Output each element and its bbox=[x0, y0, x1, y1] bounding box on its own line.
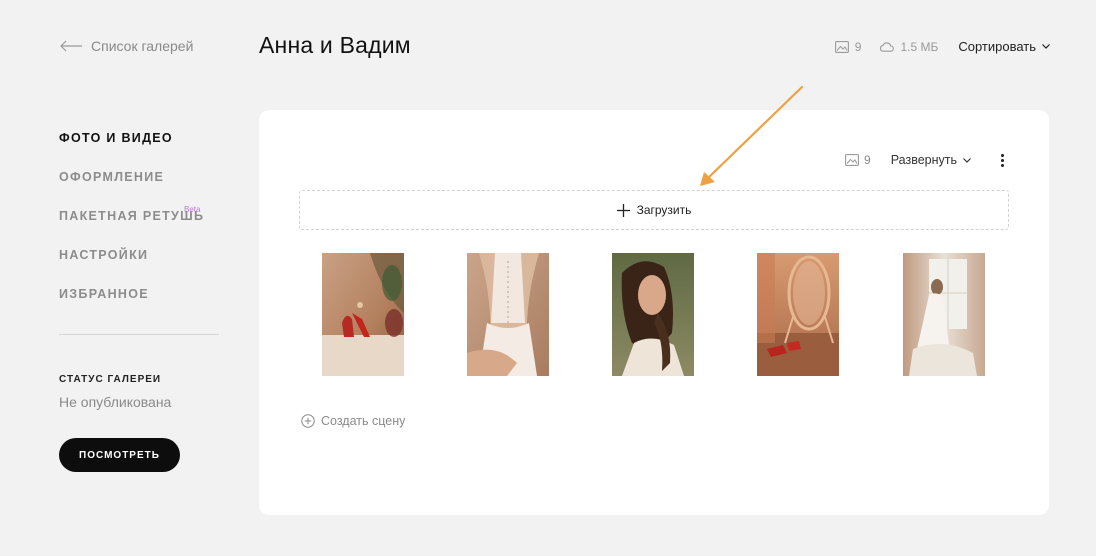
expand-label: Развернуть bbox=[890, 153, 957, 167]
gallery-status-label: СТАТУС ГАЛЕРЕИ bbox=[59, 374, 162, 385]
view-gallery-button[interactable]: ПОСМОТРЕТЬ bbox=[59, 438, 180, 472]
photo-thumbnail[interactable] bbox=[903, 253, 985, 376]
plus-icon bbox=[616, 203, 630, 217]
plus-circle-icon bbox=[301, 414, 315, 428]
sidebar-item-label: Избранное bbox=[59, 287, 149, 301]
photo-thumbnail[interactable] bbox=[322, 253, 404, 376]
expand-dropdown[interactable]: Развернуть bbox=[891, 153, 971, 167]
back-link-label: Список галерей bbox=[91, 38, 194, 54]
sidebar-divider bbox=[59, 334, 219, 335]
more-options-button[interactable] bbox=[999, 153, 1005, 167]
chevron-down-icon bbox=[1042, 44, 1050, 49]
beta-badge: Beta bbox=[184, 205, 201, 214]
upload-label: Загрузить bbox=[636, 203, 692, 217]
upload-button[interactable]: Загрузить bbox=[299, 190, 1009, 230]
cloud-icon bbox=[880, 41, 895, 52]
sort-label: Сортировать bbox=[958, 39, 1036, 54]
arrow-left-icon bbox=[60, 40, 82, 52]
gallery-panel: 9 Развернуть Загрузить Создать сцену bbox=[259, 110, 1049, 515]
page-title: Анна и Вадим bbox=[259, 32, 411, 58]
sidebar-item-label: Пакетная ретушь bbox=[59, 209, 205, 223]
sidebar-item-label: Настройки bbox=[59, 248, 149, 262]
image-icon bbox=[834, 40, 849, 53]
gallery-status-value: Не опубликована bbox=[59, 394, 172, 410]
header-stats: 9 1.5 МБ Сортировать bbox=[834, 39, 1050, 54]
sidebar-item-batch-retouch[interactable]: Пакетная ретушь Beta bbox=[59, 205, 219, 247]
create-scene-label: Создать сцену bbox=[321, 414, 406, 428]
chevron-down-icon bbox=[963, 157, 971, 163]
photo-count: 9 bbox=[854, 39, 862, 54]
photo-thumbnail[interactable] bbox=[757, 253, 839, 376]
more-vertical-icon bbox=[1000, 153, 1004, 157]
sidebar-item-label: Фото и видео bbox=[59, 131, 173, 145]
sidebar-nav: Фото и видео Оформление Пакетная ретушь … bbox=[59, 130, 219, 325]
sidebar-item-settings[interactable]: Настройки bbox=[59, 247, 219, 286]
photo-thumbnail[interactable] bbox=[467, 253, 549, 376]
sidebar-item-photos-videos[interactable]: Фото и видео bbox=[59, 130, 219, 169]
sidebar-item-label: Оформление bbox=[59, 170, 165, 184]
storage-size: 1.5 МБ bbox=[900, 39, 939, 54]
panel-photo-count: 9 bbox=[864, 153, 871, 167]
photo-thumbnail[interactable] bbox=[612, 253, 694, 376]
panel-toolbar: 9 Развернуть bbox=[845, 153, 1005, 167]
image-icon bbox=[845, 154, 859, 166]
back-to-gallery-list-link[interactable]: Список галерей bbox=[59, 38, 193, 54]
photo-grid bbox=[299, 253, 1009, 376]
sidebar-item-favorites[interactable]: Избранное bbox=[59, 286, 219, 325]
sort-dropdown[interactable]: Сортировать bbox=[958, 39, 1050, 54]
create-scene-button[interactable]: Создать сцену bbox=[301, 414, 405, 428]
